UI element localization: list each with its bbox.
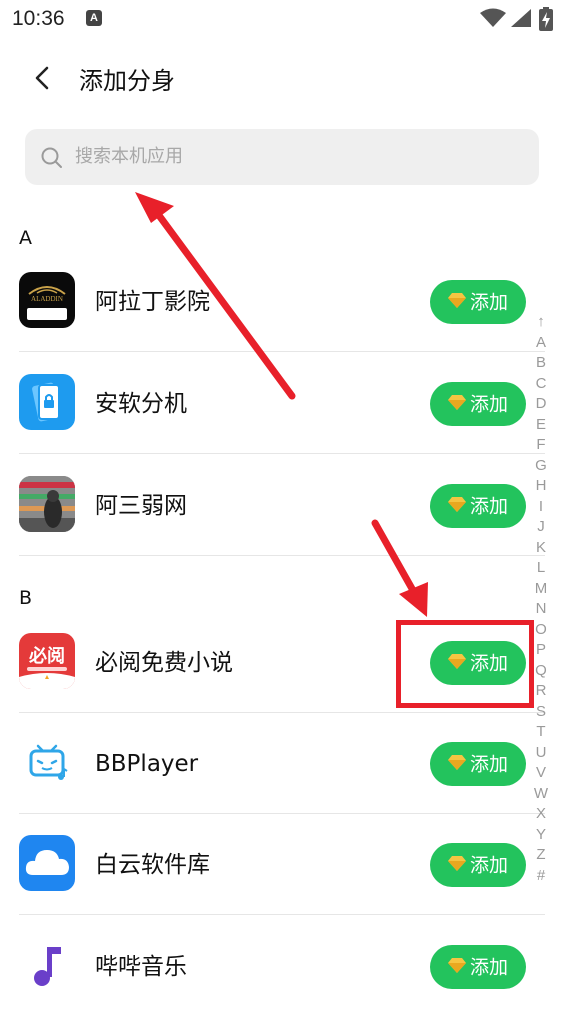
alphabet-index-bar[interactable]: ↑ A B C D E F G H I J K L M N O P Q R S T U V W X Y Z # (530, 312, 552, 886)
index-letter[interactable]: Y (530, 825, 552, 846)
biyue-app-icon: 必阅 (19, 633, 75, 689)
cloud-app-icon (19, 835, 75, 891)
app-name: 必阅免费小说 (95, 650, 233, 676)
app-name: 阿拉丁影院 (95, 289, 210, 315)
index-letter[interactable]: N (530, 599, 552, 620)
aladdin-app-icon: ALADDIN (19, 272, 75, 328)
index-letter[interactable]: I (530, 497, 552, 518)
diamond-icon (447, 755, 466, 770)
app-name: 阿三弱网 (95, 493, 187, 519)
app-row-bbplayer[interactable]: BBPlayer 添加 (0, 714, 545, 814)
title-bar: 添加分身 (0, 48, 564, 108)
index-letter[interactable]: H (530, 476, 552, 497)
notification-icon: A (86, 10, 102, 26)
index-letter[interactable]: C (530, 374, 552, 395)
diamond-icon (447, 293, 466, 308)
index-letter[interactable]: K (530, 538, 552, 559)
app-row-baiyun[interactable]: 白云软件库 添加 (0, 815, 545, 915)
app-row-aladdin[interactable]: ALADDIN 阿拉丁影院 添加 (0, 252, 545, 352)
search-bar[interactable]: 搜索本机应用 (25, 129, 539, 185)
app-row-anruan[interactable]: 安软分机 添加 (0, 354, 545, 454)
index-letter[interactable]: W (530, 784, 552, 805)
index-letter[interactable]: Q (530, 661, 552, 682)
chevron-left-icon (35, 66, 49, 90)
index-letter[interactable]: D (530, 394, 552, 415)
app-name: 白云软件库 (95, 852, 210, 878)
index-letter[interactable]: L (530, 558, 552, 579)
divider (19, 712, 545, 713)
add-button[interactable]: 添加 (430, 641, 526, 685)
divider (19, 555, 545, 556)
index-letter[interactable]: G (530, 456, 552, 477)
diamond-icon (447, 395, 466, 410)
diamond-icon (447, 497, 466, 512)
status-time: 10:36 (12, 7, 65, 30)
diamond-icon (447, 654, 466, 669)
section-header-b: B (19, 587, 33, 609)
index-letter[interactable]: F (530, 435, 552, 456)
index-letter[interactable]: # (530, 866, 552, 887)
add-button[interactable]: 添加 (430, 945, 526, 989)
index-letter[interactable]: O (530, 620, 552, 641)
add-button[interactable]: 添加 (430, 484, 526, 528)
diamond-icon (447, 856, 466, 871)
index-letter[interactable]: T (530, 722, 552, 743)
app-name: 安软分机 (95, 391, 187, 417)
index-letter[interactable]: V (530, 763, 552, 784)
status-bar: 10:36 A (0, 0, 564, 40)
index-letter[interactable]: B (530, 353, 552, 374)
app-name: 哔哔音乐 (95, 954, 187, 980)
index-letter[interactable]: S (530, 702, 552, 723)
divider (19, 351, 545, 352)
section-header-a: A (19, 227, 32, 249)
diamond-icon (447, 958, 466, 973)
add-button[interactable]: 添加 (430, 843, 526, 887)
index-letter[interactable]: E (530, 415, 552, 436)
wifi-icon (480, 8, 506, 27)
phone-lock-app-icon (19, 374, 75, 430)
add-button[interactable]: 添加 (430, 742, 526, 786)
battery-charging-icon (539, 7, 553, 31)
app-name: BBPlayer (95, 751, 199, 777)
add-button[interactable]: 添加 (430, 280, 526, 324)
app-row-bibi[interactable]: 哔哔音乐 添加 (0, 917, 545, 1017)
divider (19, 914, 545, 915)
signal-icon (511, 9, 531, 27)
bilibili-tv-app-icon (19, 734, 75, 790)
index-letter[interactable]: A (530, 333, 552, 354)
aladdin-logo-text: ALADDIN (31, 295, 63, 303)
add-button[interactable]: 添加 (430, 382, 526, 426)
index-letter[interactable]: R (530, 681, 552, 702)
index-letter[interactable]: X (530, 804, 552, 825)
app-row-biyue[interactable]: 必阅 必阅免费小说 添加 (0, 613, 545, 713)
index-letter[interactable]: M (530, 579, 552, 600)
index-letter[interactable]: J (530, 517, 552, 538)
search-input[interactable]: 搜索本机应用 (75, 129, 183, 185)
app-row-asan[interactable]: 阿三弱网 添加 (0, 456, 545, 556)
search-icon (41, 147, 62, 168)
divider (19, 813, 545, 814)
index-letter[interactable]: Z (530, 845, 552, 866)
index-letter[interactable]: U (530, 743, 552, 764)
photo-app-icon (19, 476, 75, 532)
back-button[interactable] (28, 60, 60, 96)
index-letter[interactable]: ↑ (530, 312, 552, 333)
page-title: 添加分身 (79, 67, 175, 95)
music-note-app-icon (19, 937, 75, 993)
divider (19, 453, 545, 454)
index-letter[interactable]: P (530, 640, 552, 661)
